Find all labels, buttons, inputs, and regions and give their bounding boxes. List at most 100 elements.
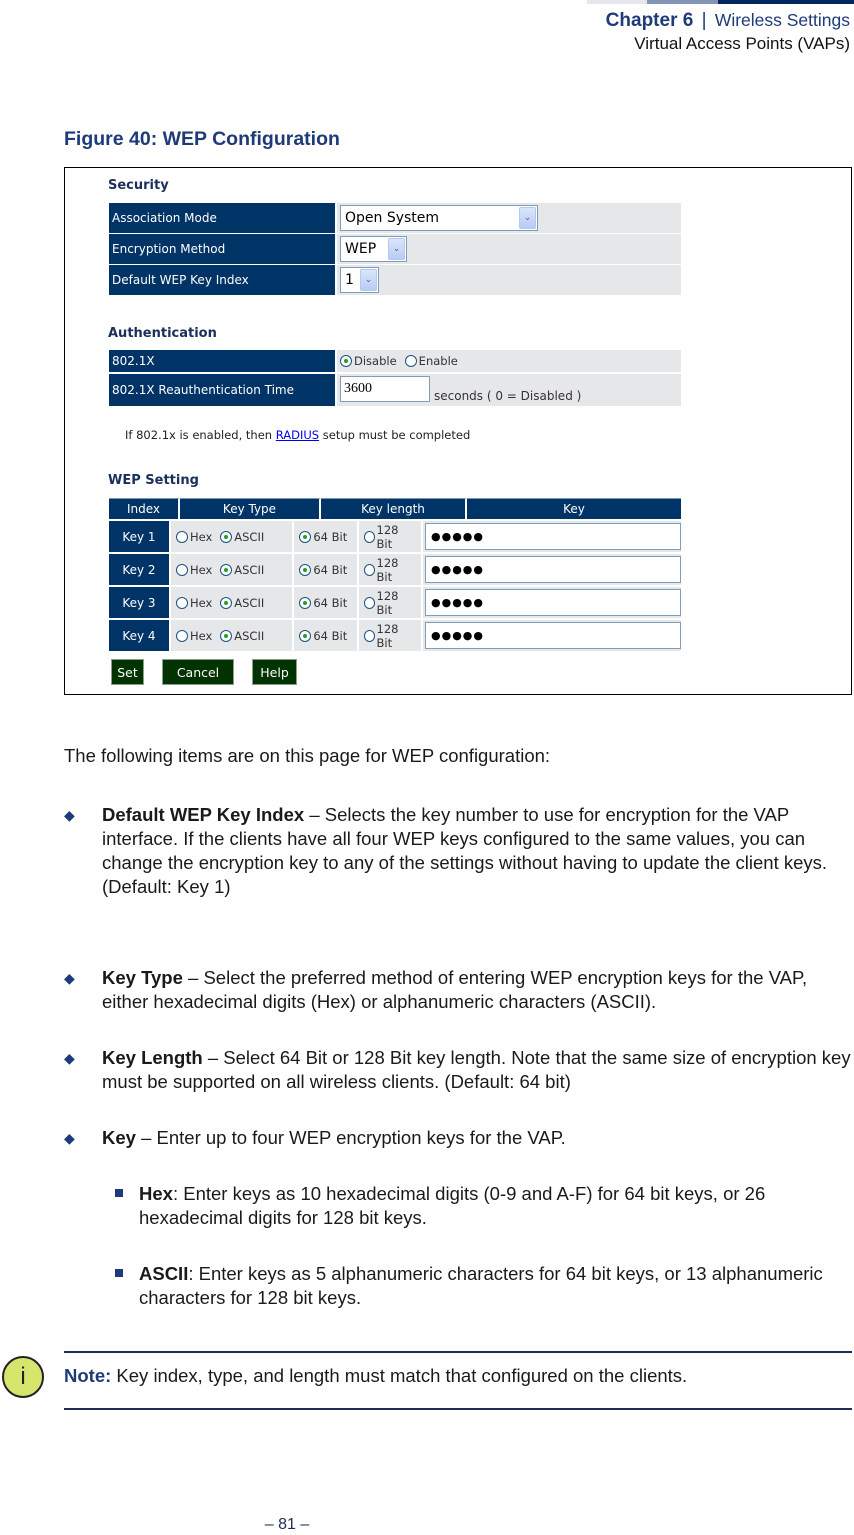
- key-index-cell: Key 1: [109, 521, 171, 552]
- key-length-128-cell: 128 Bit: [358, 521, 423, 552]
- key-value-cell: ●●●●●: [423, 554, 681, 585]
- section-label: Wireless Settings: [714, 10, 850, 30]
- square-bullet-icon: [115, 1189, 123, 1197]
- key-type-ascii-radio[interactable]: ASCII: [220, 530, 264, 544]
- radius-link[interactable]: RADIUS: [276, 428, 319, 442]
- key-type-hex-radio[interactable]: Hex: [175, 530, 212, 544]
- radius-note: If 802.1x is enabled, then RADIUS setup …: [125, 428, 471, 442]
- key-type-ascii-radio[interactable]: ASCII: [220, 563, 264, 577]
- wep-keys-table: Index Key Type Key length Key Key 1 Hex AS…: [109, 498, 681, 651]
- diamond-bullet-icon: ◆: [64, 1130, 75, 1146]
- header-bar-segment: [587, 0, 647, 4]
- page-number: – 81 –: [264, 1516, 310, 1533]
- reauth-time-row: 802.1X Reauthentication Time 3600 second…: [109, 374, 681, 406]
- security-heading: Security: [108, 178, 169, 193]
- default-key-index-row: Default WEP Key Index 1 ⌄: [109, 265, 681, 295]
- key-type-hex-radio[interactable]: Hex: [175, 629, 212, 643]
- radio-selected-icon: [299, 563, 312, 576]
- square-bullet-icon: [115, 1269, 123, 1277]
- wep-key-row: Key 4 Hex ASCII 64 Bit 128 Bit ●●●●●: [109, 618, 681, 651]
- header-index: Index: [109, 498, 180, 519]
- wep-table-header: Index Key Type Key length Key: [109, 498, 681, 519]
- key-length-128-cell: 128 Bit: [358, 587, 423, 618]
- running-header: Chapter 6 | Wireless Settings Virtual Ac…: [606, 8, 850, 55]
- key-length-64-radio[interactable]: 64 Bit: [299, 629, 347, 643]
- cancel-button[interactable]: Cancel: [162, 659, 234, 685]
- form-buttons: Set Cancel Help: [111, 659, 315, 685]
- radio-unselected-icon: [175, 563, 188, 576]
- bullet-default-key-index: ◆ Default WEP Key Index – Selects the ke…: [64, 804, 828, 897]
- key-length-128-cell: 128 Bit: [358, 620, 423, 651]
- info-icon: i: [2, 1356, 44, 1398]
- header-key: Key: [467, 498, 681, 519]
- radio-unselected-icon: [175, 530, 188, 543]
- bullet-key-type: ◆ Key Type – Select the preferred method…: [64, 967, 808, 1012]
- reauth-time-unit: seconds ( 0 = Disabled ): [434, 389, 582, 403]
- dot1x-disable-radio[interactable]: Disable: [340, 354, 397, 368]
- radio-selected-icon: [220, 530, 233, 543]
- encryption-method-select[interactable]: WEP ⌄: [340, 236, 407, 262]
- key-value-input[interactable]: ●●●●●: [425, 523, 681, 550]
- header-key-length: Key length: [321, 498, 467, 519]
- radio-unselected-icon: [175, 596, 188, 609]
- chevron-down-icon: ⌄: [388, 238, 405, 260]
- key-length-64-cell: 64 Bit: [294, 587, 359, 618]
- header-bar-segment: [647, 0, 718, 4]
- key-length-64-radio[interactable]: 64 Bit: [299, 596, 347, 610]
- radio-unselected-icon: [363, 629, 375, 642]
- default-key-index-select[interactable]: 1 ⌄: [340, 267, 379, 293]
- dot1x-enable-radio[interactable]: Enable: [404, 354, 458, 368]
- key-type-cell: Hex ASCII: [170, 554, 295, 585]
- diamond-bullet-icon: ◆: [64, 1050, 75, 1066]
- key-value-input[interactable]: ●●●●●: [425, 589, 681, 616]
- radio-selected-icon: [220, 563, 233, 576]
- key-index-cell: Key 4: [109, 620, 171, 651]
- key-length-128-radio[interactable]: 128 Bit: [363, 622, 413, 650]
- key-type-cell: Hex ASCII: [170, 620, 295, 651]
- key-length-64-cell: 64 Bit: [294, 521, 359, 552]
- key-type-ascii-radio[interactable]: ASCII: [220, 596, 264, 610]
- association-mode-select[interactable]: Open System ⌄: [340, 205, 538, 231]
- set-button[interactable]: Set: [111, 659, 144, 685]
- key-type-cell: Hex ASCII: [170, 521, 295, 552]
- radio-unselected-icon: [363, 563, 375, 576]
- wep-key-row: Key 3 Hex ASCII 64 Bit 128 Bit ●●●●●: [109, 585, 681, 618]
- default-key-index-label: Default WEP Key Index: [109, 265, 337, 295]
- dot1x-label: 802.1X: [109, 350, 337, 372]
- chevron-down-icon: ⌄: [360, 269, 377, 291]
- radio-selected-icon: [299, 629, 312, 642]
- note: Note: Key index, type, and length must m…: [64, 1364, 687, 1388]
- radio-selected-icon: [220, 596, 233, 609]
- association-mode-row: Association Mode Open System ⌄: [109, 203, 681, 233]
- key-length-128-radio[interactable]: 128 Bit: [363, 556, 413, 584]
- intro-paragraph: The following items are on this page for…: [64, 745, 551, 766]
- header-color-bar: [587, 0, 854, 4]
- key-value-input[interactable]: ●●●●●: [425, 556, 681, 583]
- note-label: Note:: [64, 1365, 112, 1386]
- key-length-64-cell: 64 Bit: [294, 620, 359, 651]
- sub-bullet-ascii: ASCII: Enter keys as 5 alphanumeric char…: [115, 1262, 852, 1310]
- radio-selected-icon: [340, 355, 352, 367]
- key-length-128-radio[interactable]: 128 Bit: [363, 589, 413, 617]
- key-type-cell: Hex ASCII: [170, 587, 295, 618]
- key-length-64-radio[interactable]: 64 Bit: [299, 530, 347, 544]
- chapter-label: Chapter 6: [605, 10, 694, 31]
- note-text: Key index, type, and length must match t…: [111, 1365, 688, 1386]
- help-button[interactable]: Help: [252, 659, 297, 685]
- header-separator: |: [701, 10, 707, 31]
- header-bar-segment: [718, 0, 854, 4]
- key-length-128-radio[interactable]: 128 Bit: [363, 523, 413, 551]
- radio-unselected-icon: [363, 596, 375, 609]
- note-top-rule: [64, 1351, 852, 1353]
- key-type-ascii-radio[interactable]: ASCII: [220, 629, 264, 643]
- key-length-64-cell: 64 Bit: [294, 554, 359, 585]
- key-value-input[interactable]: ●●●●●: [425, 622, 681, 649]
- reauth-time-label: 802.1X Reauthentication Time: [109, 374, 337, 406]
- key-length-64-radio[interactable]: 64 Bit: [299, 563, 347, 577]
- key-type-hex-radio[interactable]: Hex: [175, 596, 212, 610]
- key-length-128-cell: 128 Bit: [358, 554, 423, 585]
- reauth-time-input[interactable]: 3600: [340, 376, 430, 402]
- sub-bullet-hex: Hex: Enter keys as 10 hexadecimal digits…: [115, 1182, 852, 1230]
- key-type-hex-radio[interactable]: Hex: [175, 563, 212, 577]
- key-index-cell: Key 3: [109, 587, 171, 618]
